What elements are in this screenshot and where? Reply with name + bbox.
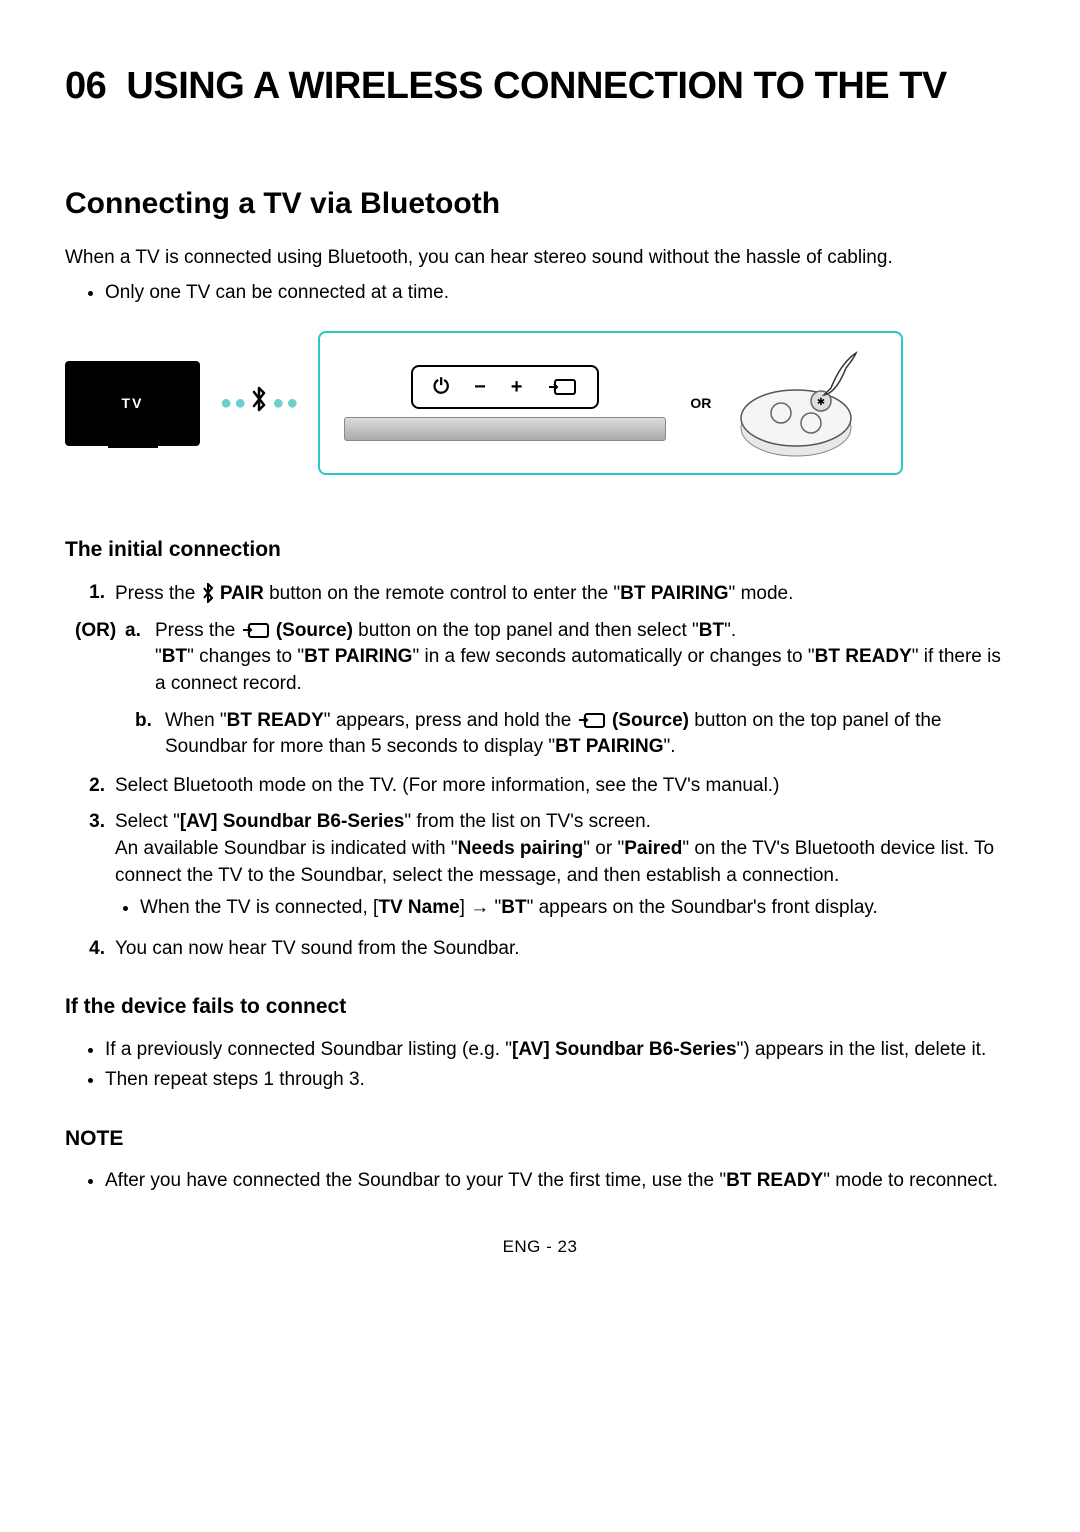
minus-icon: − xyxy=(474,373,486,401)
step-number: 4. xyxy=(75,936,105,963)
substep-a-body: Press the (Source) button on the top pan… xyxy=(155,618,1015,698)
fails-bullet-2: Then repeat steps 1 through 3. xyxy=(105,1067,1015,1094)
remote-illustration: ✱ xyxy=(726,343,886,463)
fails-bullets: If a previously connected Soundbar listi… xyxy=(65,1037,1015,1094)
note-bullet-1: After you have connected the Soundbar to… xyxy=(105,1168,1015,1195)
chapter-title: 06 USING A WIRELESS CONNECTION TO THE TV xyxy=(65,60,1015,113)
initial-connection-heading: The initial connection xyxy=(65,535,1015,564)
step-body: Select "[AV] Soundbar B6-Series" from th… xyxy=(115,809,1015,925)
step-3-sub-bullet: When the TV is connected, [TV Name] → "B… xyxy=(140,895,1015,922)
step-body: a. Press the (Source) button on the top … xyxy=(125,618,1015,698)
substep-b: b. When "BT READY" appears, press and ho… xyxy=(135,708,1015,761)
note-bullets: After you have connected the Soundbar to… xyxy=(65,1168,1015,1195)
intro-text: When a TV is connected using Bluetooth, … xyxy=(65,245,1015,272)
step-4: 4. You can now hear TV sound from the So… xyxy=(75,936,1015,963)
source-icon xyxy=(577,710,607,731)
step-body: Select Bluetooth mode on the TV. (For mo… xyxy=(115,773,1015,800)
power-icon: ⏻ xyxy=(433,373,449,401)
substep-a-label: a. xyxy=(125,618,155,645)
step-3-sub-bullets: When the TV is connected, [TV Name] → "B… xyxy=(115,895,1015,922)
bluetooth-pair-icon xyxy=(201,580,215,608)
step-2: 2. Select Bluetooth mode on the TV. (For… xyxy=(75,773,1015,800)
or-label: OR xyxy=(690,394,711,414)
bluetooth-icon xyxy=(250,384,268,423)
intro-bullet-1: Only one TV can be connected at a time. xyxy=(105,280,1015,307)
substep-b-label: b. xyxy=(135,708,165,735)
or-prefix: (OR) xyxy=(75,618,125,645)
intro-bullets: Only one TV can be connected at a time. xyxy=(65,280,1015,307)
fails-bullet-1: If a previously connected Soundbar listi… xyxy=(105,1037,1015,1064)
soundbar-illustration: ⏻ − + xyxy=(335,365,675,441)
svg-text:✱: ✱ xyxy=(817,397,825,408)
note-heading: NOTE xyxy=(65,1124,1015,1153)
tv-illustration: TV xyxy=(65,361,200,446)
source-icon xyxy=(241,620,271,641)
substep-b-body: When "BT READY" appears, press and hold … xyxy=(165,708,1015,761)
step-body: You can now hear TV sound from the Sound… xyxy=(115,936,1015,963)
step-body: Press the PAIR button on the remote cont… xyxy=(115,580,1015,608)
section-heading: Connecting a TV via Bluetooth xyxy=(65,183,1015,225)
bluetooth-signal: ●● ●● xyxy=(220,384,298,423)
step-number: 2. xyxy=(75,773,105,800)
chapter-name: USING A WIRELESS CONNECTION TO THE TV xyxy=(126,65,946,107)
plus-icon: + xyxy=(511,373,523,401)
connection-diagram: TV ●● ●● ⏻ − + OR xyxy=(65,331,1015,475)
fails-heading: If the device fails to connect xyxy=(65,992,1015,1021)
initial-steps: 1. Press the PAIR button on the remote c… xyxy=(75,580,1015,963)
soundbar-highlight-box: ⏻ − + OR ✱ xyxy=(318,331,903,475)
or-branch: (OR) a. Press the (Source) button on the… xyxy=(75,618,1015,698)
step-3: 3. Select "[AV] Soundbar B6-Series" from… xyxy=(75,809,1015,925)
soundbar-control-panel: ⏻ − + xyxy=(411,365,599,409)
step-number: 3. xyxy=(75,809,105,836)
step-number: 1. xyxy=(75,580,105,607)
chapter-number: 06 xyxy=(65,65,106,107)
source-icon xyxy=(547,373,577,401)
step-1: 1. Press the PAIR button on the remote c… xyxy=(75,580,1015,608)
soundbar-bar xyxy=(344,417,666,441)
page-footer: ENG - 23 xyxy=(65,1235,1015,1259)
